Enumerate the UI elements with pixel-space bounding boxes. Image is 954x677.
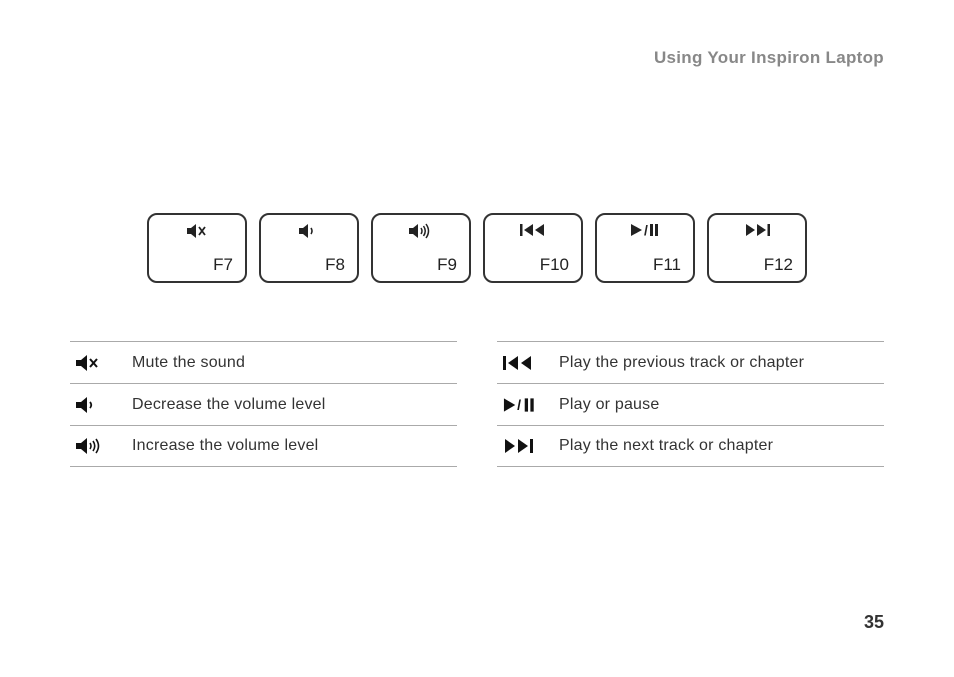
key-label: F11: [653, 255, 681, 275]
function-keys-row: F7 F8 F9 F10 / F11 F12: [70, 213, 884, 283]
page-header: Using Your Inspiron Laptop: [70, 48, 884, 68]
key-f7: F7: [147, 213, 247, 283]
header-title: Using Your Inspiron Laptop: [654, 48, 884, 67]
next-track-icon: [503, 438, 537, 454]
key-label: F7: [213, 255, 233, 275]
legend-right-column: Play the previous track or chapter / Pla…: [497, 341, 884, 467]
prev-track-icon: [520, 223, 546, 237]
legend-text: Play the previous track or chapter: [559, 354, 804, 372]
legend-text: Increase the volume level: [132, 437, 318, 455]
key-label: F10: [540, 255, 569, 275]
legend-row: Play the next track or chapter: [497, 425, 884, 467]
key-f12: F12: [707, 213, 807, 283]
legend-text: Decrease the volume level: [132, 396, 326, 414]
next-track-icon: [744, 223, 770, 237]
key-f9: F9: [371, 213, 471, 283]
volume-up-icon: [409, 223, 433, 239]
key-f10: F10: [483, 213, 583, 283]
svg-text:/: /: [644, 223, 648, 237]
mute-icon: [76, 354, 110, 372]
key-label: F12: [764, 255, 793, 275]
legend-text: Play the next track or chapter: [559, 437, 773, 455]
key-f8: F8: [259, 213, 359, 283]
legend: Mute the sound Decrease the volume level…: [70, 341, 884, 467]
volume-down-icon: [76, 396, 110, 414]
svg-text:/: /: [517, 397, 521, 412]
play-pause-icon: /: [630, 223, 660, 237]
legend-row: Increase the volume level: [70, 425, 457, 467]
legend-row: Mute the sound: [70, 341, 457, 383]
legend-row: / Play or pause: [497, 383, 884, 425]
play-pause-icon: /: [503, 397, 537, 413]
legend-text: Play or pause: [559, 396, 659, 414]
prev-track-icon: [503, 355, 537, 371]
key-f11: / F11: [595, 213, 695, 283]
mute-icon: [187, 223, 207, 239]
key-label: F8: [325, 255, 345, 275]
legend-text: Mute the sound: [132, 354, 245, 372]
key-label: F9: [437, 255, 457, 275]
volume-down-icon: [299, 223, 319, 239]
legend-left-column: Mute the sound Decrease the volume level…: [70, 341, 457, 467]
volume-up-icon: [76, 437, 110, 455]
legend-row: Play the previous track or chapter: [497, 341, 884, 383]
legend-row: Decrease the volume level: [70, 383, 457, 425]
page-number: 35: [864, 612, 884, 633]
